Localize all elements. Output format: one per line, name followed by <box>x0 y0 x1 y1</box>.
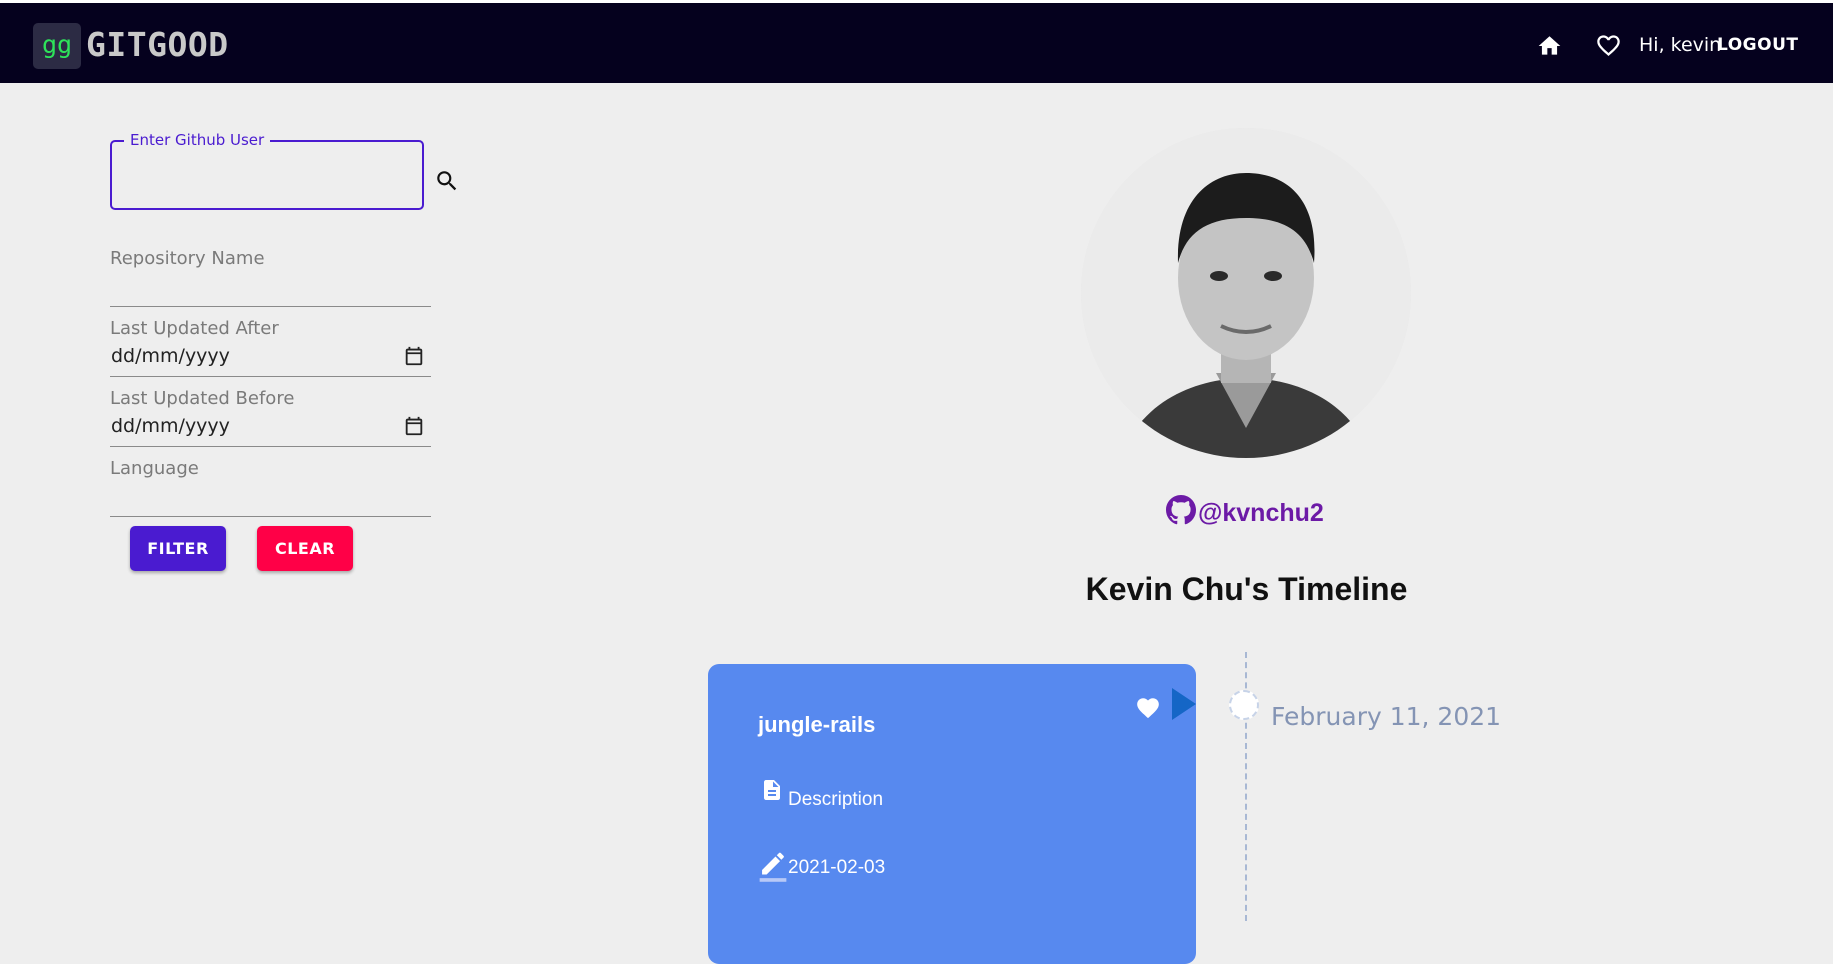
github-user-input[interactable]: Enter Github User <box>110 131 424 210</box>
timeline-date: February 11, 2021 <box>1271 702 1502 731</box>
language-label: Language <box>110 458 199 479</box>
search-icon[interactable] <box>434 168 460 194</box>
logo-mark[interactable]: gg <box>33 23 81 69</box>
last-updated-after-field[interactable]: Last Updated After dd/mm/yyyy <box>110 318 431 377</box>
github-user-label: Enter Github User <box>124 131 271 149</box>
repo-name[interactable]: jungle-rails <box>758 712 875 738</box>
language-field[interactable]: Language <box>110 458 431 517</box>
github-handle[interactable]: @kvnchu2 <box>1198 499 1324 527</box>
repository-name-field[interactable]: Repository Name <box>110 248 431 307</box>
last-updated-before-field[interactable]: Last Updated Before dd/mm/yyyy <box>110 388 431 447</box>
last-updated-before-label: Last Updated Before <box>110 388 295 409</box>
card-pointer <box>1172 688 1196 720</box>
last-updated-before-value[interactable]: dd/mm/yyyy <box>111 415 230 437</box>
heart-outline-icon[interactable] <box>1595 32 1622 59</box>
user-greeting: Hi, kevin <box>1639 34 1722 56</box>
github-icon <box>1166 495 1196 525</box>
last-updated-after-value[interactable]: dd/mm/yyyy <box>111 345 230 367</box>
edit-icon <box>759 852 787 882</box>
timeline-title: Kevin Chu's Timeline <box>1085 571 1408 607</box>
repository-name-label: Repository Name <box>110 248 265 269</box>
navbar: gg GITGOOD Hi, kevin LOGOUT <box>0 3 1833 83</box>
calendar-icon[interactable] <box>403 415 425 437</box>
repo-updated-date: 2021-02-03 <box>788 857 886 878</box>
heart-icon[interactable] <box>1134 695 1162 721</box>
github-handle-link[interactable]: @kvnchu2 <box>1166 495 1324 529</box>
logout-button[interactable]: LOGOUT <box>1717 35 1798 55</box>
logo-text[interactable]: GITGOOD <box>86 25 229 64</box>
last-updated-after-label: Last Updated After <box>110 318 279 339</box>
repo-description: Description <box>788 789 884 810</box>
description-icon <box>764 780 780 800</box>
calendar-icon[interactable] <box>403 345 425 367</box>
timeline-dot <box>1229 690 1259 720</box>
avatar <box>1081 128 1411 458</box>
home-icon[interactable] <box>1536 33 1563 59</box>
filter-button[interactable]: FILTER <box>130 526 226 571</box>
clear-button[interactable]: CLEAR <box>257 526 353 571</box>
repo-card[interactable] <box>708 664 1196 964</box>
